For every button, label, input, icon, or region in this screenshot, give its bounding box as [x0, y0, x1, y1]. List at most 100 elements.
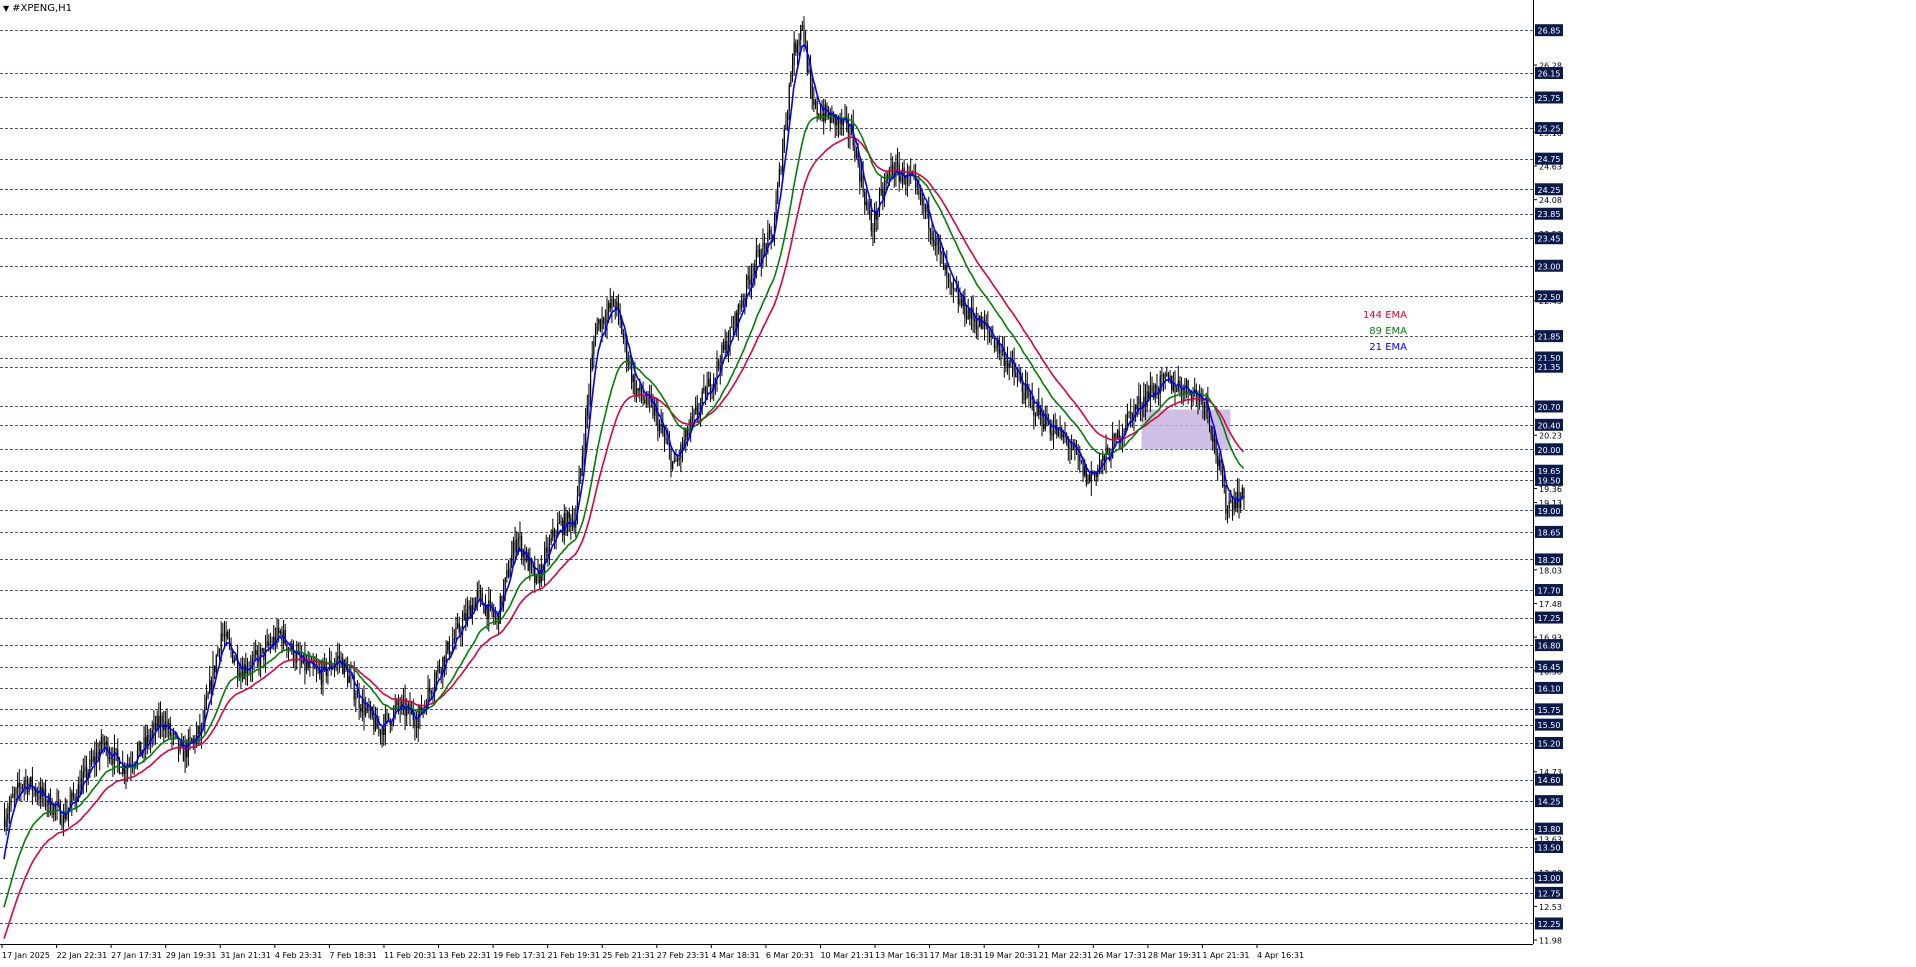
- candle-body: [350, 675, 352, 677]
- x-tick-label: 13 Mar 16:31: [875, 951, 928, 960]
- candle-body: [40, 787, 42, 800]
- y-tick-label: 19.36: [1539, 485, 1562, 494]
- candle-body: [637, 388, 639, 391]
- candle-body: [1038, 401, 1040, 416]
- candle-body: [305, 662, 308, 671]
- price-axis: 26.2825.1824.6324.0823.5322.4321.8820.23…: [1533, 0, 1563, 946]
- candle-body: [578, 476, 580, 497]
- candle-body: [429, 687, 431, 692]
- x-tick-label: 13 Feb 22:31: [439, 951, 491, 960]
- candle-body: [172, 733, 175, 735]
- price-label: 15.50: [1538, 721, 1561, 730]
- candle-body: [875, 210, 877, 220]
- candle-body: [1222, 470, 1224, 487]
- candle-body: [1233, 501, 1235, 511]
- candle-body: [396, 700, 398, 706]
- price-label: 13.80: [1538, 825, 1561, 834]
- price-label: 23.45: [1538, 235, 1561, 244]
- candle-body: [931, 231, 933, 240]
- candle-body: [342, 657, 344, 675]
- candle-body: [74, 796, 76, 801]
- price-label: 25.25: [1538, 125, 1561, 134]
- candle-body: [512, 540, 515, 556]
- candle-body: [1166, 373, 1168, 376]
- candle-body: [315, 668, 318, 670]
- candle-body: [494, 616, 496, 618]
- candle-body: [1151, 385, 1153, 393]
- candle-body: [547, 547, 549, 556]
- candle-body: [616, 301, 618, 309]
- candle-body: [732, 327, 734, 331]
- candle-body: [1025, 383, 1027, 401]
- candle-body: [658, 424, 661, 432]
- candle-body: [115, 748, 117, 750]
- candle-body: [788, 85, 790, 111]
- price-label: 19.50: [1538, 476, 1561, 485]
- candle-body: [488, 600, 490, 619]
- time-axis: 17 Jan 2025 22 Jan 22:31 27 Jan 17:31 29 Ja…: [0, 944, 1533, 960]
- candle-body: [59, 803, 61, 824]
- price-chart[interactable]: 144 EMA 89 EMA 21 EMA 26.2825.1824.6324.08…: [0, 0, 1916, 963]
- x-tick-label: 31 Jan 21:31: [220, 951, 271, 960]
- chart-title-bar[interactable]: ▼ #XPENG,H1: [3, 3, 72, 14]
- candle-body: [36, 795, 38, 797]
- candle-body: [102, 736, 104, 745]
- candle-body: [734, 313, 736, 331]
- candle-body: [457, 623, 459, 627]
- candle-body: [113, 748, 116, 765]
- candle-body: [716, 361, 718, 378]
- price-label: 14.25: [1538, 798, 1561, 807]
- candle-body: [317, 669, 319, 671]
- candle-body: [112, 758, 114, 765]
- candle-body: [320, 672, 322, 685]
- candle-body: [1021, 382, 1023, 393]
- candle-body: [420, 705, 423, 714]
- price-label: 20.40: [1538, 421, 1561, 430]
- candle-body: [386, 713, 388, 715]
- candle-body: [598, 319, 600, 325]
- candle-body: [803, 25, 805, 42]
- candle-body: [959, 299, 961, 305]
- candle-body: [26, 779, 29, 793]
- candle-body: [974, 319, 976, 322]
- candle-body: [468, 605, 470, 610]
- candle-body: [1052, 428, 1055, 436]
- candle-body: [378, 728, 380, 730]
- candle-body: [864, 191, 866, 206]
- candle-body: [304, 654, 306, 671]
- candle-body: [483, 604, 485, 614]
- candle-body: [1154, 384, 1156, 398]
- candle-body: [714, 377, 716, 381]
- x-tick-label: 4 Mar 18:31: [711, 951, 759, 960]
- ema-line: [3, 136, 1245, 939]
- y-tick-label: 20.23: [1539, 432, 1562, 441]
- candle-body: [806, 43, 808, 73]
- candle-body: [750, 275, 753, 285]
- candle-body: [465, 613, 467, 621]
- candle-body: [1070, 449, 1073, 451]
- price-label: 23.85: [1538, 210, 1561, 219]
- candle-body: [645, 402, 647, 404]
- candle-body: [695, 407, 697, 411]
- candle-body: [379, 729, 382, 735]
- candle-body: [865, 201, 867, 206]
- candle-body: [504, 577, 506, 589]
- candle-body: [685, 429, 687, 441]
- candle-body: [296, 652, 298, 663]
- candle-body: [100, 736, 102, 750]
- candle-body: [1116, 430, 1119, 439]
- candle-body: [855, 150, 858, 159]
- candle-body: [12, 796, 14, 798]
- candle-body: [301, 660, 303, 663]
- triangle-down-icon[interactable]: ▼: [3, 4, 9, 13]
- candle-body: [246, 670, 249, 674]
- candle-body: [816, 101, 818, 115]
- candle-body: [873, 210, 876, 231]
- candle-body: [191, 739, 193, 741]
- candle-body: [1016, 376, 1019, 378]
- candle-body: [7, 813, 9, 820]
- candle-body: [614, 306, 616, 309]
- candle-body: [156, 715, 158, 731]
- candle-body: [97, 752, 99, 759]
- candle-body: [759, 249, 761, 264]
